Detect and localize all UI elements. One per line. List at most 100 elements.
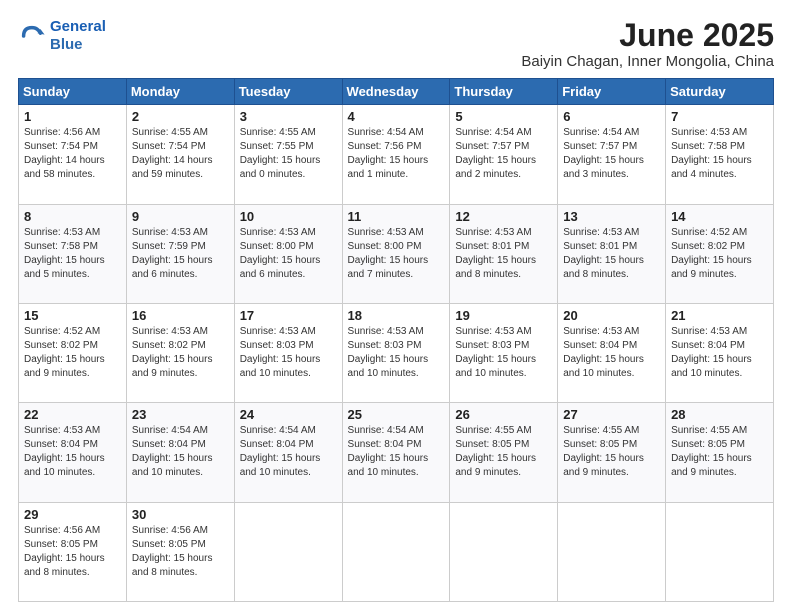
table-row: 3 Sunrise: 4:55 AM Sunset: 7:55 PM Daylig… (234, 105, 342, 204)
day-number: 15 (24, 308, 121, 323)
cell-info: Sunrise: 4:53 AM Sunset: 8:04 PM Dayligh… (24, 424, 121, 480)
cell-info: Sunrise: 4:53 AM Sunset: 8:03 PM Dayligh… (455, 325, 552, 381)
day-number: 2 (132, 109, 229, 124)
cell-info: Sunrise: 4:54 AM Sunset: 7:56 PM Dayligh… (348, 126, 445, 182)
cell-info: Sunrise: 4:54 AM Sunset: 8:04 PM Dayligh… (348, 424, 445, 480)
table-row (234, 502, 342, 601)
table-row: 14 Sunrise: 4:52 AM Sunset: 8:02 PM Dayli… (666, 204, 774, 303)
header: General Blue June 2025 Baiyin Chagan, In… (18, 18, 774, 70)
day-number: 21 (671, 308, 768, 323)
cell-info: Sunrise: 4:55 AM Sunset: 8:05 PM Dayligh… (671, 424, 768, 480)
table-row: 8 Sunrise: 4:53 AM Sunset: 7:58 PM Daylig… (19, 204, 127, 303)
table-row: 6 Sunrise: 4:54 AM Sunset: 7:57 PM Daylig… (558, 105, 666, 204)
day-number: 9 (132, 209, 229, 224)
day-number: 25 (348, 407, 445, 422)
day-number: 13 (563, 209, 660, 224)
day-number: 14 (671, 209, 768, 224)
table-row: 18Sunrise: 4:53 AM Sunset: 8:03 PM Dayli… (342, 303, 450, 402)
logo-general: General (50, 18, 106, 35)
cell-info: Sunrise: 4:53 AM Sunset: 8:03 PM Dayligh… (348, 325, 445, 381)
table-row (342, 502, 450, 601)
calendar-week-row: 8 Sunrise: 4:53 AM Sunset: 7:58 PM Daylig… (19, 204, 774, 303)
table-row: 17Sunrise: 4:53 AM Sunset: 8:03 PM Dayli… (234, 303, 342, 402)
logo-blue: Blue (50, 36, 83, 53)
table-row: 28 Sunrise: 4:55 AM Sunset: 8:05 PM Dayli… (666, 403, 774, 502)
calendar-table: Sunday Monday Tuesday Wednesday Thursday… (18, 78, 774, 602)
table-row: 30Sunrise: 4:56 AM Sunset: 8:05 PM Dayli… (126, 502, 234, 601)
col-thursday: Thursday (450, 79, 558, 105)
cell-info: Sunrise: 4:53 AM Sunset: 8:04 PM Dayligh… (671, 325, 768, 381)
day-number: 4 (348, 109, 445, 124)
cell-info: Sunrise: 4:53 AM Sunset: 8:02 PM Dayligh… (132, 325, 229, 381)
day-number: 28 (671, 407, 768, 422)
col-monday: Monday (126, 79, 234, 105)
table-row: 29 Sunrise: 4:56 AM Sunset: 8:05 PM Dayli… (19, 502, 127, 601)
logo-text: General Blue (50, 18, 106, 54)
table-row: 24 Sunrise: 4:54 AM Sunset: 8:04 PM Dayli… (234, 403, 342, 502)
day-number: 22 (24, 407, 121, 422)
cell-info: Sunrise: 4:55 AM Sunset: 7:55 PM Dayligh… (240, 126, 337, 182)
day-number: 7 (671, 109, 768, 124)
cell-info: Sunrise: 4:53 AM Sunset: 8:00 PM Dayligh… (240, 226, 337, 282)
table-row: 27Sunrise: 4:55 AM Sunset: 8:05 PM Dayli… (558, 403, 666, 502)
cell-info: Sunrise: 4:52 AM Sunset: 8:02 PM Dayligh… (671, 226, 768, 282)
day-number: 10 (240, 209, 337, 224)
calendar-header-row: Sunday Monday Tuesday Wednesday Thursday… (19, 79, 774, 105)
calendar-week-row: 15 Sunrise: 4:52 AM Sunset: 8:02 PM Dayli… (19, 303, 774, 402)
cell-info: Sunrise: 4:52 AM Sunset: 8:02 PM Dayligh… (24, 325, 121, 381)
day-number: 19 (455, 308, 552, 323)
day-number: 8 (24, 209, 121, 224)
calendar-week-row: 1 Sunrise: 4:56 AM Sunset: 7:54 PM Daylig… (19, 105, 774, 204)
cell-info: Sunrise: 4:54 AM Sunset: 8:04 PM Dayligh… (240, 424, 337, 480)
cell-info: Sunrise: 4:54 AM Sunset: 7:57 PM Dayligh… (563, 126, 660, 182)
day-number: 5 (455, 109, 552, 124)
col-sunday: Sunday (19, 79, 127, 105)
cell-info: Sunrise: 4:54 AM Sunset: 8:04 PM Dayligh… (132, 424, 229, 480)
logo-icon (18, 22, 46, 50)
calendar-title: June 2025 (521, 18, 774, 53)
day-number: 16 (132, 308, 229, 323)
cell-info: Sunrise: 4:54 AM Sunset: 7:57 PM Dayligh… (455, 126, 552, 182)
cell-info: Sunrise: 4:56 AM Sunset: 8:05 PM Dayligh… (132, 524, 229, 580)
day-number: 12 (455, 209, 552, 224)
day-number: 29 (24, 507, 121, 522)
cell-info: Sunrise: 4:55 AM Sunset: 7:54 PM Dayligh… (132, 126, 229, 182)
table-row: 16 Sunrise: 4:53 AM Sunset: 8:02 PM Dayli… (126, 303, 234, 402)
cell-info: Sunrise: 4:53 AM Sunset: 7:58 PM Dayligh… (671, 126, 768, 182)
table-row: 22 Sunrise: 4:53 AM Sunset: 8:04 PM Dayli… (19, 403, 127, 502)
table-row: 1 Sunrise: 4:56 AM Sunset: 7:54 PM Daylig… (19, 105, 127, 204)
table-row: 11 Sunrise: 4:53 AM Sunset: 8:00 PM Dayli… (342, 204, 450, 303)
table-row: 2 Sunrise: 4:55 AM Sunset: 7:54 PM Daylig… (126, 105, 234, 204)
col-saturday: Saturday (666, 79, 774, 105)
calendar-week-row: 29 Sunrise: 4:56 AM Sunset: 8:05 PM Dayli… (19, 502, 774, 601)
cell-info: Sunrise: 4:53 AM Sunset: 8:00 PM Dayligh… (348, 226, 445, 282)
table-row (666, 502, 774, 601)
cell-info: Sunrise: 4:53 AM Sunset: 8:01 PM Dayligh… (563, 226, 660, 282)
day-number: 23 (132, 407, 229, 422)
day-number: 11 (348, 209, 445, 224)
cell-info: Sunrise: 4:53 AM Sunset: 8:04 PM Dayligh… (563, 325, 660, 381)
cell-info: Sunrise: 4:53 AM Sunset: 7:59 PM Dayligh… (132, 226, 229, 282)
table-row: 5 Sunrise: 4:54 AM Sunset: 7:57 PM Daylig… (450, 105, 558, 204)
table-row: 12 Sunrise: 4:53 AM Sunset: 8:01 PM Dayli… (450, 204, 558, 303)
calendar-week-row: 22 Sunrise: 4:53 AM Sunset: 8:04 PM Dayli… (19, 403, 774, 502)
cell-info: Sunrise: 4:53 AM Sunset: 8:01 PM Dayligh… (455, 226, 552, 282)
day-number: 3 (240, 109, 337, 124)
day-number: 26 (455, 407, 552, 422)
day-number: 1 (24, 109, 121, 124)
day-number: 24 (240, 407, 337, 422)
table-row: 21 Sunrise: 4:53 AM Sunset: 8:04 PM Dayli… (666, 303, 774, 402)
table-row: 25 Sunrise: 4:54 AM Sunset: 8:04 PM Dayli… (342, 403, 450, 502)
table-row (558, 502, 666, 601)
cell-info: Sunrise: 4:53 AM Sunset: 8:03 PM Dayligh… (240, 325, 337, 381)
day-number: 6 (563, 109, 660, 124)
page: General Blue June 2025 Baiyin Chagan, In… (0, 0, 792, 612)
cell-info: Sunrise: 4:56 AM Sunset: 8:05 PM Dayligh… (24, 524, 121, 580)
col-friday: Friday (558, 79, 666, 105)
table-row: 13 Sunrise: 4:53 AM Sunset: 8:01 PM Dayli… (558, 204, 666, 303)
logo: General Blue (18, 18, 106, 54)
cell-info: Sunrise: 4:56 AM Sunset: 7:54 PM Dayligh… (24, 126, 121, 182)
col-wednesday: Wednesday (342, 79, 450, 105)
table-row: 4 Sunrise: 4:54 AM Sunset: 7:56 PM Daylig… (342, 105, 450, 204)
cell-info: Sunrise: 4:53 AM Sunset: 7:58 PM Dayligh… (24, 226, 121, 282)
